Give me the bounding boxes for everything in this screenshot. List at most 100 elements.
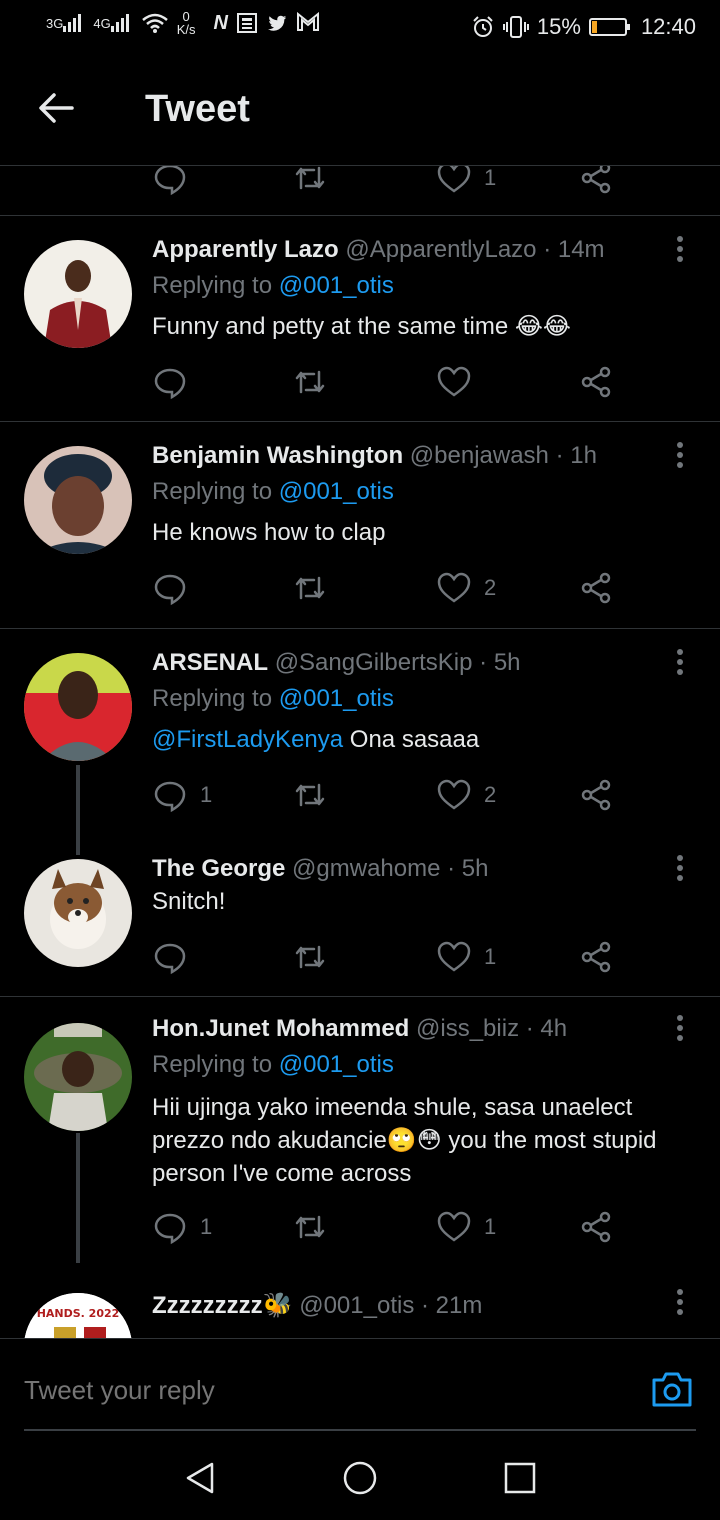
more-options-icon[interactable] [670, 236, 690, 266]
mention-link[interactable]: @FirstLadyKenya [152, 726, 343, 753]
handle[interactable]: @gmwahome [292, 855, 440, 882]
network-speed: 0 K/s [177, 10, 196, 36]
more-options-icon[interactable] [670, 1289, 690, 1319]
more-options-icon[interactable] [670, 1015, 690, 1045]
reply-icon [154, 781, 186, 813]
reply-button[interactable]: 1 [152, 1207, 212, 1247]
reply-button[interactable] [152, 568, 200, 608]
display-name[interactable]: The George [152, 855, 285, 882]
tweet-header: Apparently Lazo @ApparentlyLazo · 14m [152, 236, 605, 264]
back-arrow-icon[interactable] [36, 88, 76, 128]
like-button[interactable]: 2 [436, 568, 496, 608]
timestamp: · 4h [525, 1015, 568, 1042]
tweet-item[interactable]: The George @gmwahome · 5h Snitch! 1 [0, 837, 720, 997]
heart-icon [437, 572, 471, 603]
share-button[interactable] [578, 775, 614, 815]
share-button[interactable] [578, 1207, 614, 1247]
avatar[interactable] [24, 859, 132, 967]
display-name[interactable]: Zzzzzzzzz🐝 [152, 1292, 293, 1319]
replying-to-link[interactable]: @001_otis [279, 1051, 394, 1078]
more-options-icon[interactable] [670, 442, 690, 472]
avatar[interactable] [24, 240, 132, 348]
reply-button[interactable] [152, 937, 200, 977]
reply-icon [154, 574, 186, 606]
handle[interactable]: @iss_biiz [416, 1015, 519, 1042]
avatar[interactable]: HANDS. 2022 [24, 1293, 132, 1338]
heart-icon [437, 1211, 471, 1242]
replying-to: Replying to @001_otis [152, 685, 394, 713]
reply-button[interactable]: 1 [152, 775, 212, 815]
share-icon [581, 1211, 611, 1243]
tweet-item[interactable]: ARSENAL @SangGilbertsKip · 5h Replying t… [0, 629, 720, 855]
like-count: 2 [484, 782, 497, 807]
handle[interactable]: @SangGilbertsKip [275, 649, 473, 676]
nav-home-icon[interactable] [342, 1460, 378, 1496]
system-nav-bar [0, 1432, 720, 1520]
camera-icon[interactable] [650, 1369, 694, 1409]
avatar[interactable] [24, 653, 132, 761]
share-icon [581, 941, 611, 973]
action-bar [152, 362, 622, 402]
more-options-icon[interactable] [670, 855, 690, 885]
timestamp: · 1h [555, 442, 597, 469]
display-name[interactable]: ARSENAL [152, 649, 268, 676]
avatar[interactable] [24, 1023, 132, 1131]
retweet-button[interactable] [292, 1207, 328, 1247]
twitter-icon [267, 15, 287, 31]
tweet-item[interactable]: Apparently Lazo @ApparentlyLazo · 14m Re… [0, 216, 720, 422]
notification-icons: N [213, 11, 319, 35]
like-button[interactable]: 1 [436, 1207, 496, 1247]
reply-button[interactable] [152, 362, 200, 402]
replying-to-link[interactable]: @001_otis [279, 685, 394, 712]
replying-to-link[interactable]: @001_otis [279, 272, 394, 299]
timestamp: · 21m [421, 1292, 483, 1319]
retweet-button[interactable] [292, 362, 328, 402]
handle[interactable]: @ApparentlyLazo [345, 236, 536, 263]
share-button[interactable] [578, 166, 614, 198]
replies-feed[interactable]: 1 Apparently Lazo @ApparentlyLazo · 14m … [0, 166, 720, 1338]
replying-to-link[interactable]: @001_otis [279, 478, 394, 505]
heart-icon [437, 166, 471, 193]
retweet-button[interactable] [292, 166, 328, 198]
nav-back-icon[interactable] [182, 1460, 218, 1496]
retweet-button[interactable] [292, 775, 328, 815]
reply-button[interactable] [152, 166, 188, 198]
timestamp: · 14m [543, 236, 605, 263]
more-options-icon[interactable] [670, 649, 690, 679]
action-bar: 1 [152, 937, 622, 977]
retweet-icon [295, 576, 325, 600]
tweet-item[interactable]: Hon.Junet Mohammed @iss_biiz · 4h Replyi… [0, 997, 720, 1263]
clock: 12:40 [640, 14, 696, 39]
reply-icon [154, 166, 186, 196]
like-count: 1 [484, 166, 497, 190]
display-name[interactable]: Benjamin Washington [152, 442, 403, 469]
like-button[interactable]: 1 [436, 166, 496, 198]
tweet-text: @FirstLadyKenya Ona sasaaa [152, 723, 697, 756]
tweet-header: Zzzzzzzzz🐝 @001_otis · 21m [152, 1291, 482, 1320]
like-button[interactable]: 2 [436, 775, 496, 815]
like-button[interactable] [436, 362, 484, 402]
reply-icon [154, 368, 186, 400]
like-button[interactable]: 1 [436, 937, 496, 977]
tweet-header: Hon.Junet Mohammed @iss_biiz · 4h [152, 1015, 567, 1043]
heart-icon [437, 779, 471, 810]
tweet-item[interactable]: HANDS. 2022 Zzzzzzzzz🐝 @001_otis · 21m [0, 1263, 720, 1338]
handle[interactable]: @benjawash [410, 442, 549, 469]
handle[interactable]: @001_otis [299, 1292, 414, 1319]
like-count: 1 [484, 1214, 497, 1239]
display-name[interactable]: Hon.Junet Mohammed [152, 1015, 409, 1042]
share-button[interactable] [578, 362, 614, 402]
avatar[interactable] [24, 446, 132, 554]
share-button[interactable] [578, 568, 614, 608]
display-name[interactable]: Apparently Lazo [152, 236, 339, 263]
retweet-button[interactable] [292, 568, 328, 608]
action-bar: 1 2 [152, 775, 622, 815]
tweet-item[interactable]: Benjamin Washington @benjawash · 1h Repl… [0, 422, 720, 629]
nav-recents-icon[interactable] [502, 1460, 538, 1496]
retweet-button[interactable] [292, 937, 328, 977]
speed-unit: K/s [176, 22, 196, 37]
retweet-icon [295, 166, 325, 190]
replying-prefix: Replying to [152, 1051, 273, 1078]
reply-input[interactable] [24, 1375, 584, 1406]
share-button[interactable] [578, 937, 614, 977]
